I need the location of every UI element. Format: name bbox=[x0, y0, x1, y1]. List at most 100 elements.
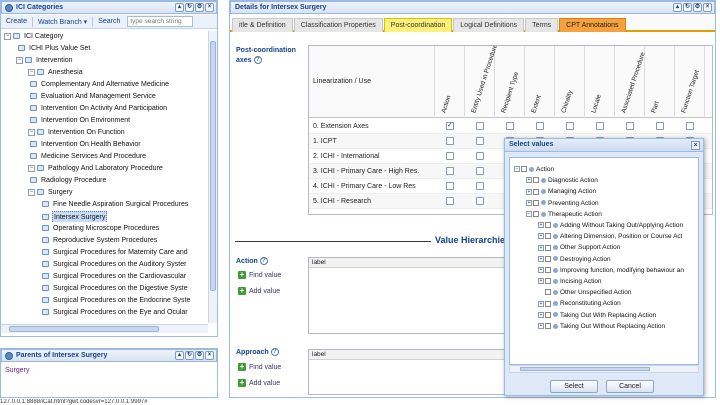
expand-icon[interactable]: + bbox=[526, 188, 532, 195]
axis-checkbox[interactable] bbox=[476, 182, 484, 190]
axis-checkbox[interactable] bbox=[656, 122, 664, 130]
dialog-horizontal-scrollbar[interactable] bbox=[509, 365, 699, 373]
help-icon[interactable]: ? bbox=[253, 56, 262, 65]
collapse-toggle-icon[interactable]: − bbox=[28, 164, 35, 172]
tree-horizontal-scrollbar[interactable] bbox=[1, 324, 208, 333]
value-tree-item[interactable]: + Destroying Action bbox=[538, 254, 611, 265]
expand-icon[interactable]: + bbox=[538, 233, 544, 240]
value-checkbox[interactable] bbox=[545, 289, 551, 296]
search-input[interactable] bbox=[127, 16, 194, 27]
value-tree-item[interactable]: + Improving function, modifying behaviour… bbox=[538, 265, 684, 276]
tree-item[interactable]: ICHI Plus Value Set bbox=[1, 43, 208, 54]
close-icon[interactable]: × bbox=[703, 3, 712, 12]
value-checkbox[interactable] bbox=[533, 177, 539, 184]
value-checkbox[interactable] bbox=[533, 211, 539, 218]
collapse-panel-icon[interactable]: ▴ bbox=[175, 3, 184, 12]
select-button[interactable]: Select bbox=[550, 380, 598, 393]
value-checkbox[interactable] bbox=[521, 166, 527, 173]
tree-item[interactable]: − Anesthesia bbox=[1, 67, 208, 78]
expand-icon[interactable]: + bbox=[538, 278, 544, 285]
value-checkbox[interactable] bbox=[545, 244, 551, 251]
action-add-value-link[interactable]: + Add value bbox=[238, 287, 280, 295]
value-checkbox[interactable] bbox=[533, 188, 539, 195]
value-checkbox[interactable] bbox=[545, 323, 551, 330]
close-icon[interactable]: × bbox=[205, 351, 214, 360]
settings-icon[interactable]: ⚙ bbox=[195, 3, 204, 12]
create-button[interactable]: Create bbox=[4, 18, 29, 25]
value-tree-item[interactable]: − Action bbox=[514, 164, 554, 175]
collapse-icon[interactable]: − bbox=[514, 166, 520, 173]
tree-item[interactable]: Radiology Procedure bbox=[1, 175, 208, 186]
value-tree-item[interactable]: + Adding Without Taking Out/Applying Acti… bbox=[538, 220, 683, 231]
value-tree-item[interactable]: + Preventing Action bbox=[526, 198, 599, 209]
axis-checkbox[interactable] bbox=[476, 122, 484, 130]
value-tree-item[interactable]: + Other Support Action bbox=[538, 242, 620, 253]
scrollbar-thumb[interactable] bbox=[9, 326, 159, 332]
collapse-toggle-icon[interactable]: − bbox=[4, 32, 11, 40]
refresh-icon[interactable]: ↻ bbox=[683, 3, 692, 12]
tab-logical-definitions[interactable]: Logical Definitions bbox=[453, 18, 525, 32]
watch-branch-button[interactable]: Watch Branch ▾ bbox=[36, 18, 89, 26]
tree-item[interactable]: − Pathology And Laboratory Procedure bbox=[1, 163, 208, 174]
cancel-button[interactable]: Cancel bbox=[606, 380, 654, 393]
refresh-icon[interactable]: ↻ bbox=[185, 351, 194, 360]
tree-item[interactable]: − Surgery bbox=[1, 187, 208, 198]
tree-item[interactable]: Intervention On Activity And Participati… bbox=[1, 103, 208, 114]
tree-item[interactable]: − ICI Category bbox=[1, 31, 208, 42]
value-tree-item[interactable]: − Therapeutic Action bbox=[526, 209, 602, 220]
expand-icon[interactable]: + bbox=[526, 177, 532, 184]
tab-post-coordination[interactable]: Post-coordination bbox=[383, 18, 453, 32]
approach-add-value-link[interactable]: + Add value bbox=[238, 379, 280, 387]
collapse-toggle-icon[interactable]: − bbox=[28, 188, 35, 196]
axis-checkbox[interactable] bbox=[446, 152, 454, 160]
value-checkbox[interactable] bbox=[545, 255, 551, 262]
axis-checkbox[interactable] bbox=[446, 167, 454, 175]
approach-find-value-link[interactable]: + Find value bbox=[238, 363, 281, 371]
collapse-toggle-icon[interactable]: − bbox=[16, 56, 23, 64]
expand-icon[interactable]: + bbox=[538, 300, 544, 307]
value-checkbox[interactable] bbox=[545, 311, 551, 318]
tree-item[interactable]: Surgical Procedures on the Eye and Ocula… bbox=[1, 307, 208, 318]
value-checkbox[interactable] bbox=[545, 233, 551, 240]
expand-icon[interactable]: + bbox=[538, 222, 544, 229]
axis-checkbox[interactable] bbox=[476, 152, 484, 160]
action-find-value-link[interactable]: + Find value bbox=[238, 271, 281, 279]
value-tree-item[interactable]: + Reconstituting Action bbox=[538, 298, 621, 309]
value-tree-item[interactable]: + Taking Out Without Replacing Action bbox=[538, 321, 665, 332]
tree-item[interactable]: Surgical Procedures on the Digestive Sys… bbox=[1, 283, 208, 294]
tree-item[interactable]: Fine Needle Aspiration Surgical Procedur… bbox=[1, 199, 208, 210]
axis-checkbox[interactable] bbox=[446, 197, 454, 205]
expand-icon[interactable]: + bbox=[538, 311, 544, 318]
settings-icon[interactable]: ⚙ bbox=[195, 351, 204, 360]
axis-checkbox[interactable] bbox=[476, 137, 484, 145]
value-checkbox[interactable] bbox=[545, 267, 551, 274]
tree-item[interactable]: Intervention On Health Behavior bbox=[1, 139, 208, 150]
close-icon[interactable]: × bbox=[205, 3, 214, 12]
value-checkbox[interactable] bbox=[545, 300, 551, 307]
expand-icon[interactable]: + bbox=[538, 267, 544, 274]
tree-item[interactable]: Surgical Procedures on the Auditory Syst… bbox=[1, 259, 208, 270]
value-checkbox[interactable] bbox=[533, 199, 539, 206]
tab-itle-definition[interactable]: itle & Definition bbox=[232, 18, 293, 32]
value-tree-item[interactable]: Other Unspecified Action bbox=[538, 287, 632, 298]
expand-icon[interactable]: + bbox=[538, 323, 544, 330]
tree-vertical-scrollbar[interactable] bbox=[208, 31, 217, 323]
expand-icon[interactable]: + bbox=[538, 244, 544, 251]
tab-terms[interactable]: Terms bbox=[525, 18, 559, 32]
tree-item[interactable]: − Intervention bbox=[1, 55, 208, 66]
tree-item[interactable]: Surgical Procedures on the Endocrine Sys… bbox=[1, 295, 208, 306]
value-tree-item[interactable]: + Incising Action bbox=[538, 276, 602, 287]
axis-checkbox[interactable] bbox=[686, 122, 694, 130]
axis-checkbox[interactable] bbox=[446, 137, 454, 145]
tab-cpt-annotations[interactable]: CPT Annotations bbox=[559, 18, 626, 32]
tree-item[interactable]: Surgical Procedures on the Cardiovascula… bbox=[1, 271, 208, 282]
axis-checkbox[interactable] bbox=[476, 197, 484, 205]
tree-item-selected[interactable]: Intersex Surgery bbox=[1, 211, 208, 222]
collapse-toggle-icon[interactable]: − bbox=[28, 128, 35, 136]
value-tree-item[interactable]: + Managing Action bbox=[526, 186, 596, 197]
tree-item[interactable]: Medicine Services And Procedure bbox=[1, 151, 208, 162]
tree-item[interactable]: Intervention On Environment bbox=[1, 115, 208, 126]
expand-icon[interactable]: + bbox=[538, 255, 544, 262]
axis-checkbox[interactable] bbox=[446, 182, 454, 190]
axis-checkbox[interactable] bbox=[566, 122, 574, 130]
